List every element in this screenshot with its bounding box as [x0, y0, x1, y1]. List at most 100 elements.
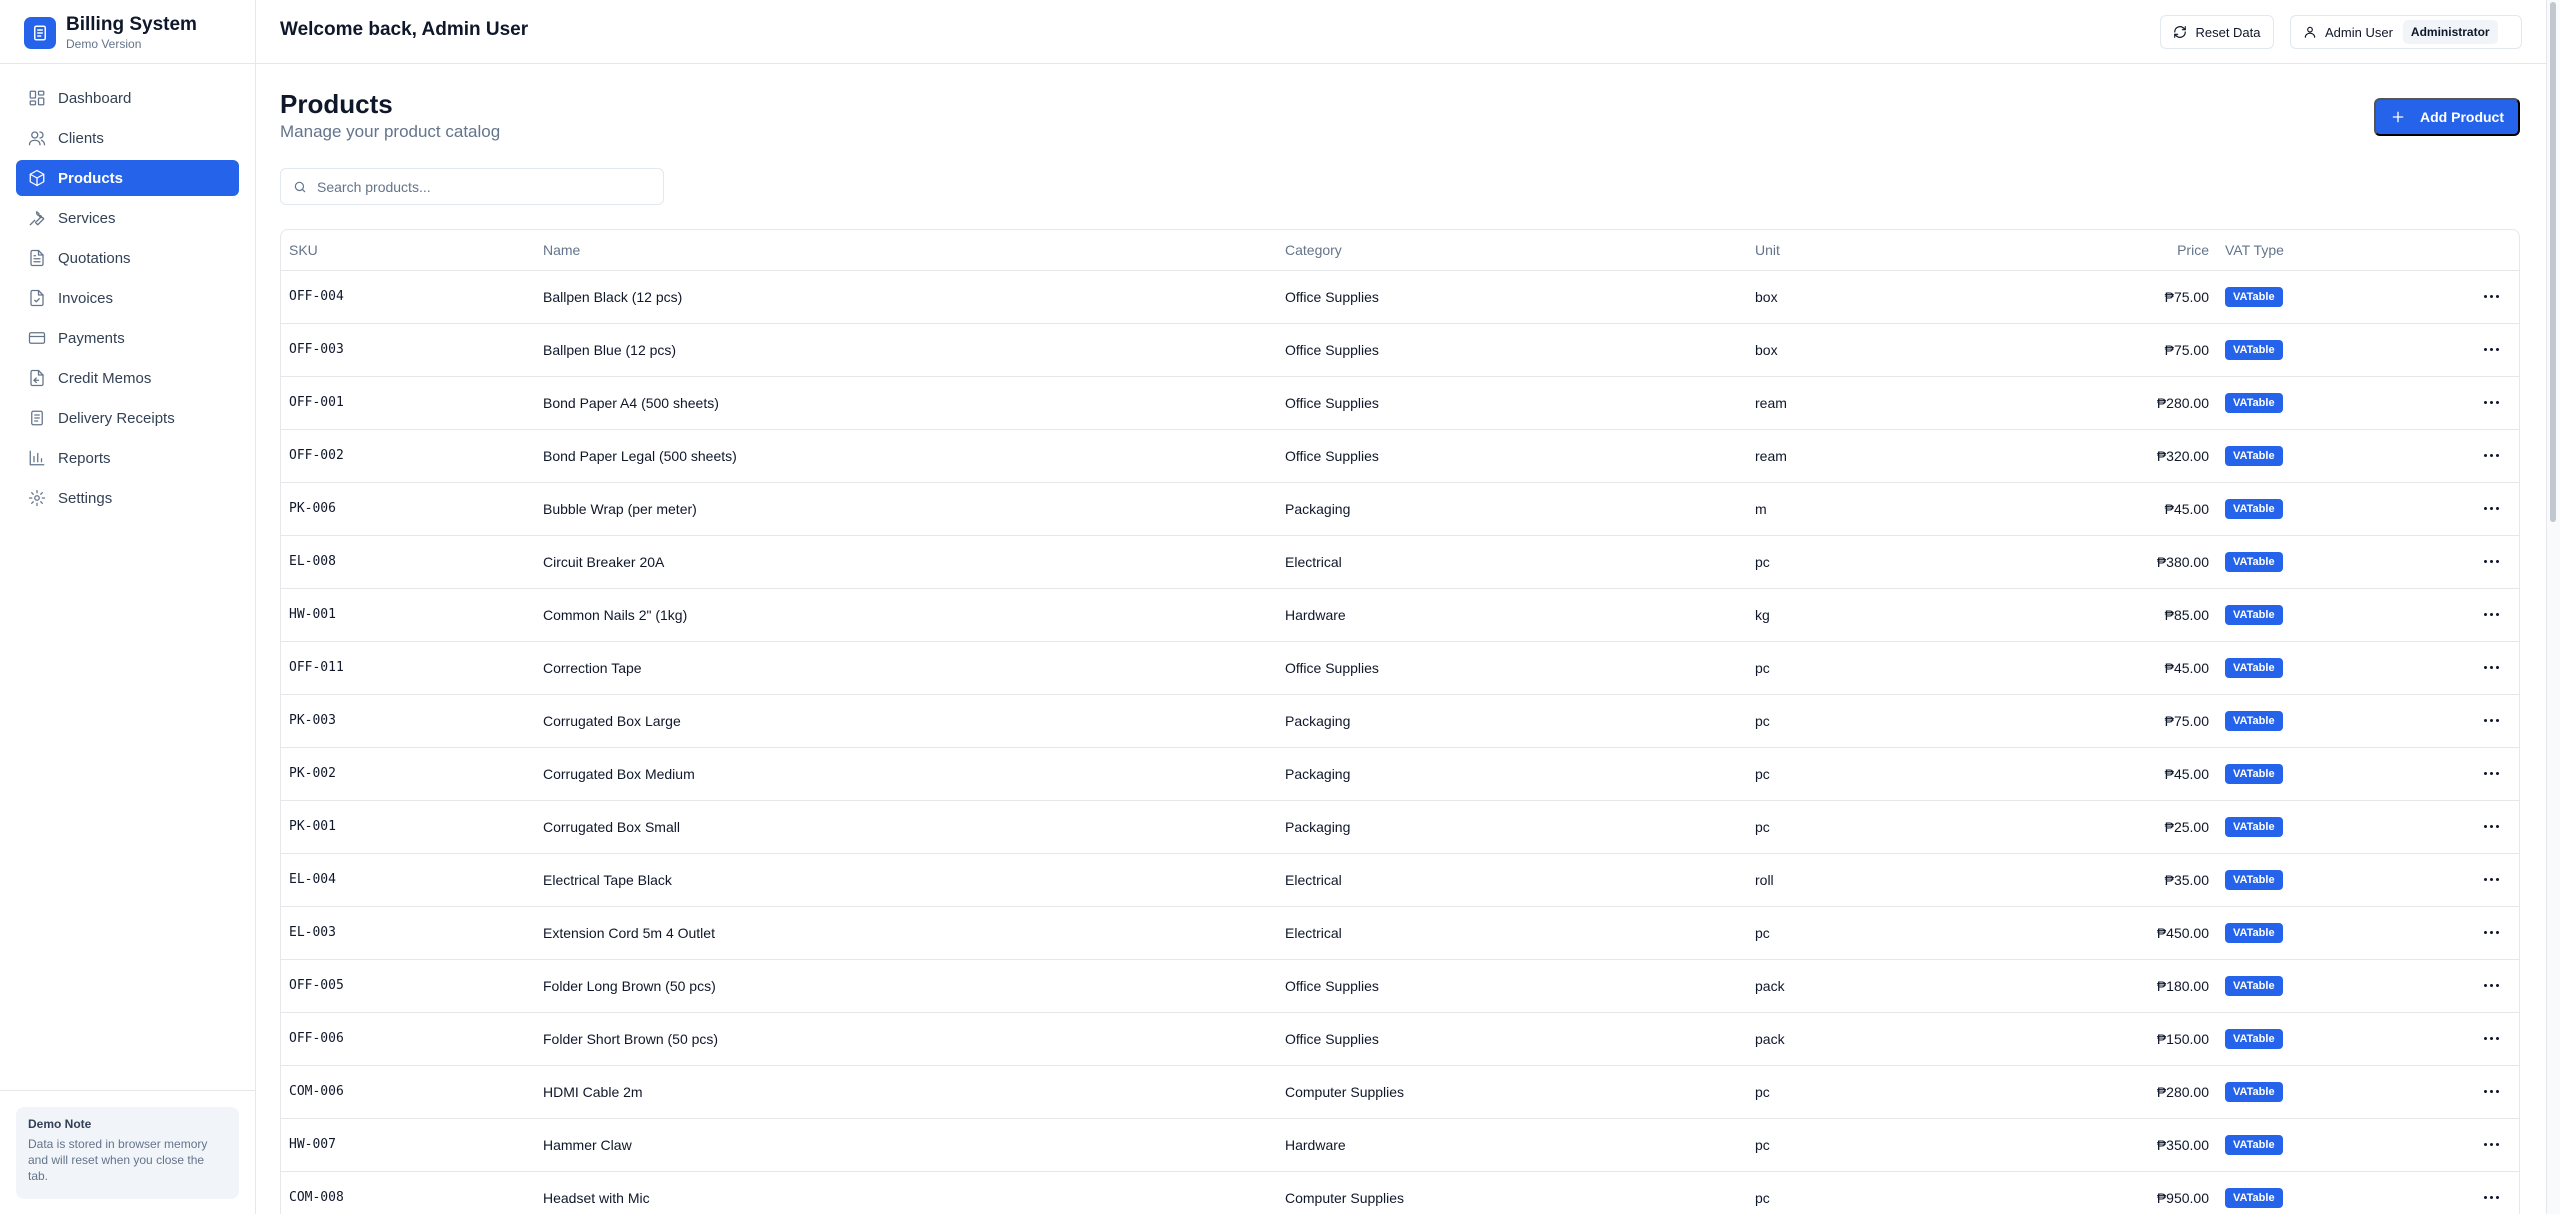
cell-vat-type: VATable	[2217, 376, 2407, 430]
table-row[interactable]: COM-006 HDMI Cable 2m Computer Supplies pc ₱…	[281, 1065, 2519, 1119]
cell-vat-type: VATable	[2217, 906, 2407, 960]
sidebar-item-reports[interactable]: Reports	[16, 440, 239, 476]
cell-actions	[2407, 1012, 2519, 1066]
table-row[interactable]: OFF-004 Ballpen Black (12 pcs) Office Supp…	[281, 270, 2519, 324]
more-actions-icon[interactable]	[2481, 817, 2501, 837]
cell-actions	[2407, 1118, 2519, 1172]
column-header-price[interactable]: Price	[1947, 230, 2217, 271]
table-row[interactable]: OFF-011 Correction Tape Office Supplies pc ₱…	[281, 641, 2519, 695]
more-actions-icon[interactable]	[2481, 499, 2501, 519]
more-actions-icon[interactable]	[2481, 340, 2501, 360]
cell-sku: OFF-005	[281, 959, 535, 1013]
more-actions-icon[interactable]	[2481, 1029, 2501, 1049]
table-header-row: SKU Name Category Unit Price VAT Type	[281, 230, 2519, 271]
more-actions-icon[interactable]	[2481, 870, 2501, 890]
more-actions-icon[interactable]	[2481, 1188, 2501, 1208]
cell-price: ₱280.00	[1947, 1065, 2217, 1119]
search-input[interactable]	[317, 178, 647, 195]
reset-data-button[interactable]: Reset Data	[2160, 15, 2274, 49]
more-actions-icon[interactable]	[2481, 976, 2501, 996]
cell-name: Ballpen Blue (12 pcs)	[535, 323, 1277, 377]
demo-note-text: Data is stored in browser memory and wil…	[28, 1137, 208, 1183]
table-row[interactable]: EL-004 Electrical Tape Black Electrical rol…	[281, 853, 2519, 907]
more-actions-icon[interactable]	[2481, 1135, 2501, 1155]
column-header-unit[interactable]: Unit	[1747, 230, 1947, 271]
column-header-sku[interactable]: SKU	[281, 230, 535, 271]
table-row[interactable]: HW-001 Common Nails 2" (1kg) Hardware kg ₱85…	[281, 588, 2519, 642]
sidebar-item-delivery-receipts[interactable]: Delivery Receipts	[16, 400, 239, 436]
demo-note: Demo Note Data is stored in browser memo…	[16, 1107, 239, 1199]
users-icon	[28, 129, 46, 147]
user-menu[interactable]: Admin User Administrator	[2290, 15, 2522, 49]
vat-badge: VATable	[2225, 1187, 2283, 1208]
cell-price: ₱35.00	[1947, 853, 2217, 907]
more-actions-icon[interactable]	[2481, 605, 2501, 625]
table-row[interactable]: PK-002 Corrugated Box Medium Packaging pc ₱4…	[281, 747, 2519, 801]
cell-vat-type: VATable	[2217, 1171, 2407, 1214]
more-actions-icon[interactable]	[2481, 923, 2501, 943]
table-row[interactable]: OFF-001 Bond Paper A4 (500 sheets) Office …	[281, 376, 2519, 430]
add-product-button[interactable]: Add Product	[2374, 98, 2520, 136]
cell-actions	[2407, 1065, 2519, 1119]
table-row[interactable]: OFF-006 Folder Short Brown (50 pcs) Office…	[281, 1012, 2519, 1066]
more-actions-icon[interactable]	[2481, 711, 2501, 731]
cell-vat-type: VATable	[2217, 800, 2407, 854]
cell-sku: OFF-003	[281, 323, 535, 377]
sidebar-item-dashboard[interactable]: Dashboard	[16, 80, 239, 116]
table-row[interactable]: PK-001 Corrugated Box Small Packaging pc ₱25…	[281, 800, 2519, 854]
cell-sku: OFF-001	[281, 376, 535, 430]
cell-unit: pc	[1747, 694, 1947, 748]
column-header-vat-type[interactable]: VAT Type	[2217, 230, 2407, 271]
more-actions-icon[interactable]	[2481, 658, 2501, 678]
cell-price: ₱75.00	[1947, 694, 2217, 748]
cell-vat-type: VATable	[2217, 853, 2407, 907]
more-actions-icon[interactable]	[2481, 393, 2501, 413]
table-row[interactable]: OFF-005 Folder Long Brown (50 pcs) Office …	[281, 959, 2519, 1013]
sidebar-item-payments[interactable]: Payments	[16, 320, 239, 356]
sidebar-item-settings[interactable]: Settings	[16, 480, 239, 516]
table-row[interactable]: PK-006 Bubble Wrap (per meter) Packaging m ₱…	[281, 482, 2519, 536]
more-actions-icon[interactable]	[2481, 287, 2501, 307]
more-actions-icon[interactable]	[2481, 446, 2501, 466]
cell-unit: pc	[1747, 906, 1947, 960]
more-actions-icon[interactable]	[2481, 764, 2501, 784]
cell-category: Hardware	[1277, 1118, 1747, 1172]
cell-price: ₱380.00	[1947, 535, 2217, 589]
table-row[interactable]: EL-008 Circuit Breaker 20A Electrical pc ₱38…	[281, 535, 2519, 589]
column-header-name[interactable]: Name	[535, 230, 1277, 271]
sidebar-item-services[interactable]: Services	[16, 200, 239, 236]
sidebar-item-credit-memos[interactable]: Credit Memos	[16, 360, 239, 396]
cell-actions	[2407, 376, 2519, 430]
table-row[interactable]: OFF-003 Ballpen Blue (12 pcs) Office Suppl…	[281, 323, 2519, 377]
table-row[interactable]: PK-003 Corrugated Box Large Packaging pc ₱75…	[281, 694, 2519, 748]
cell-vat-type: VATable	[2217, 429, 2407, 483]
table-row[interactable]: COM-008 Headset with Mic Computer Supplies…	[281, 1171, 2519, 1214]
sidebar-item-invoices[interactable]: Invoices	[16, 280, 239, 316]
more-actions-icon[interactable]	[2481, 1082, 2501, 1102]
cell-unit: pc	[1747, 1065, 1947, 1119]
cell-sku: PK-006	[281, 482, 535, 536]
sidebar-item-label: Quotations	[58, 249, 131, 267]
cell-category: Electrical	[1277, 535, 1747, 589]
cell-sku: OFF-002	[281, 429, 535, 483]
column-header-category[interactable]: Category	[1277, 230, 1747, 271]
cell-unit: kg	[1747, 588, 1947, 642]
table-row[interactable]: OFF-002 Bond Paper Legal (500 sheets) Offi…	[281, 429, 2519, 483]
table-row[interactable]: EL-003 Extension Cord 5m 4 Outlet Electric…	[281, 906, 2519, 960]
cell-price: ₱75.00	[1947, 323, 2217, 377]
more-actions-icon[interactable]	[2481, 552, 2501, 572]
add-product-label: Add Product	[2420, 109, 2504, 125]
sidebar-item-clients[interactable]: Clients	[16, 120, 239, 156]
table-row[interactable]: HW-007 Hammer Claw Hardware pc ₱350.00 VATabl…	[281, 1118, 2519, 1172]
sidebar-item-label: Products	[58, 169, 124, 187]
cell-category: Packaging	[1277, 482, 1747, 536]
scrollbar-thumb[interactable]	[2550, 2, 2556, 522]
sidebar-item-products[interactable]: Products	[16, 160, 239, 196]
brand[interactable]: Billing System Demo Version	[24, 14, 197, 52]
user-icon	[2304, 26, 2316, 38]
sidebar-item-quotations[interactable]: Quotations	[16, 240, 239, 276]
cell-category: Office Supplies	[1277, 1012, 1747, 1066]
vat-badge: VATable	[2225, 286, 2283, 307]
cell-sku: COM-008	[281, 1171, 535, 1214]
cell-price: ₱45.00	[1947, 482, 2217, 536]
